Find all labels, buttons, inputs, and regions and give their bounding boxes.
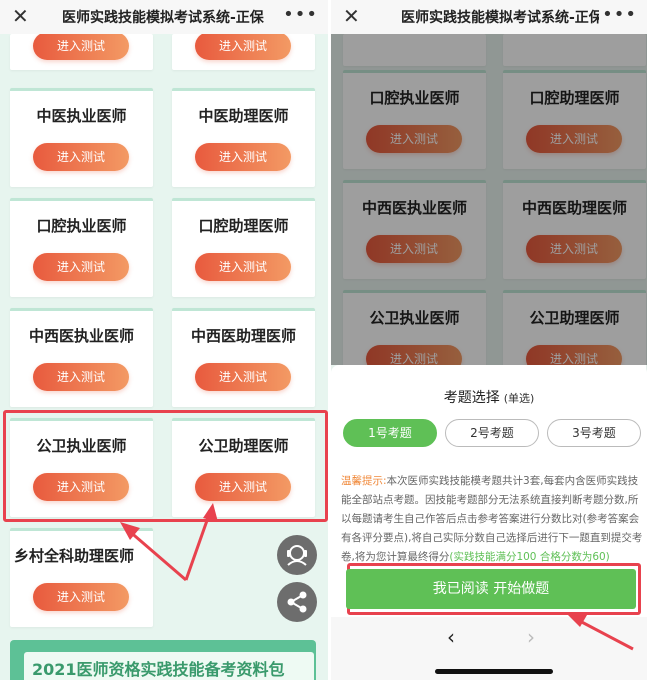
promo-banner[interactable]: 2021医师资格实践技能备考资料包 <box>10 640 316 680</box>
arrow-head <box>567 614 587 627</box>
more-icon[interactable]: ••• <box>602 4 637 25</box>
window-title: 医师实践技能模拟考试系统-正保 <box>62 10 264 26</box>
annotation-arrows <box>120 503 218 582</box>
arrow-head <box>203 503 218 522</box>
left-screen: ✕ 医师实践技能模拟考试系统-正保 ••• 进入测试 进入测试 中医执业医师 进… <box>0 0 328 680</box>
question-select-sheet: 考题选择 (单选) 1号考题 2号考题 3号考题 温馨提示:本次医师实践技能模考题… <box>331 365 647 680</box>
window-title: 医师实践技能模拟考试系统-正保 <box>401 10 599 26</box>
close-icon[interactable]: ✕ <box>343 4 360 28</box>
support-button[interactable] <box>277 535 317 575</box>
arrow-line <box>127 528 187 582</box>
banner-text: 2021医师资格实践技能备考资料包 <box>32 660 285 679</box>
title-bar: ✕ 医师实践技能模拟考试系统-正保 ••• <box>0 0 328 34</box>
arrow-line <box>184 511 212 581</box>
share-button[interactable] <box>277 582 317 622</box>
banner-inner: 2021医师资格实践技能备考资料包 <box>24 652 314 680</box>
share-icon <box>287 591 307 613</box>
right-screen: ✕ 医师实践技能模拟考试系统-正保 ••• 口腔执业医师 进入测试 口腔助理医师… <box>331 0 647 680</box>
modal-overlay[interactable] <box>331 34 647 365</box>
close-icon[interactable]: ✕ <box>12 4 29 28</box>
annotation-arrows <box>567 614 634 651</box>
arrow-line <box>575 617 634 651</box>
headset-icon <box>287 545 307 566</box>
more-icon[interactable]: ••• <box>283 4 318 25</box>
title-bar: ✕ 医师实践技能模拟考试系统-正保 ••• <box>331 0 647 34</box>
